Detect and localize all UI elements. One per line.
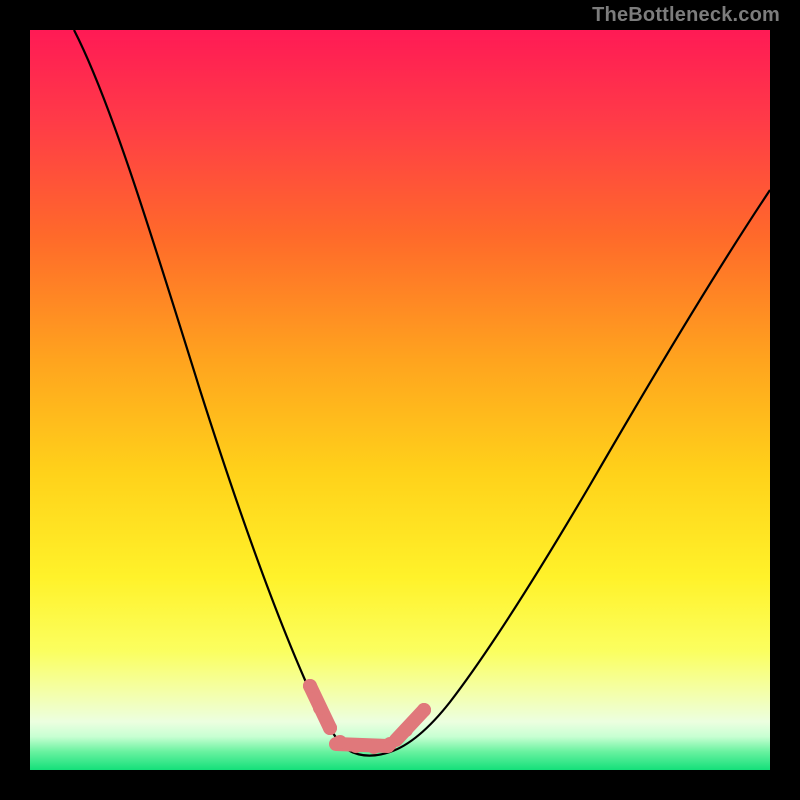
bottleneck-curve	[30, 30, 770, 770]
marker-cluster	[310, 686, 424, 746]
curve-path	[74, 30, 770, 756]
plot-area	[30, 30, 770, 770]
watermark-text: TheBottleneck.com	[592, 4, 780, 27]
chart-frame: TheBottleneck.com	[0, 0, 800, 800]
